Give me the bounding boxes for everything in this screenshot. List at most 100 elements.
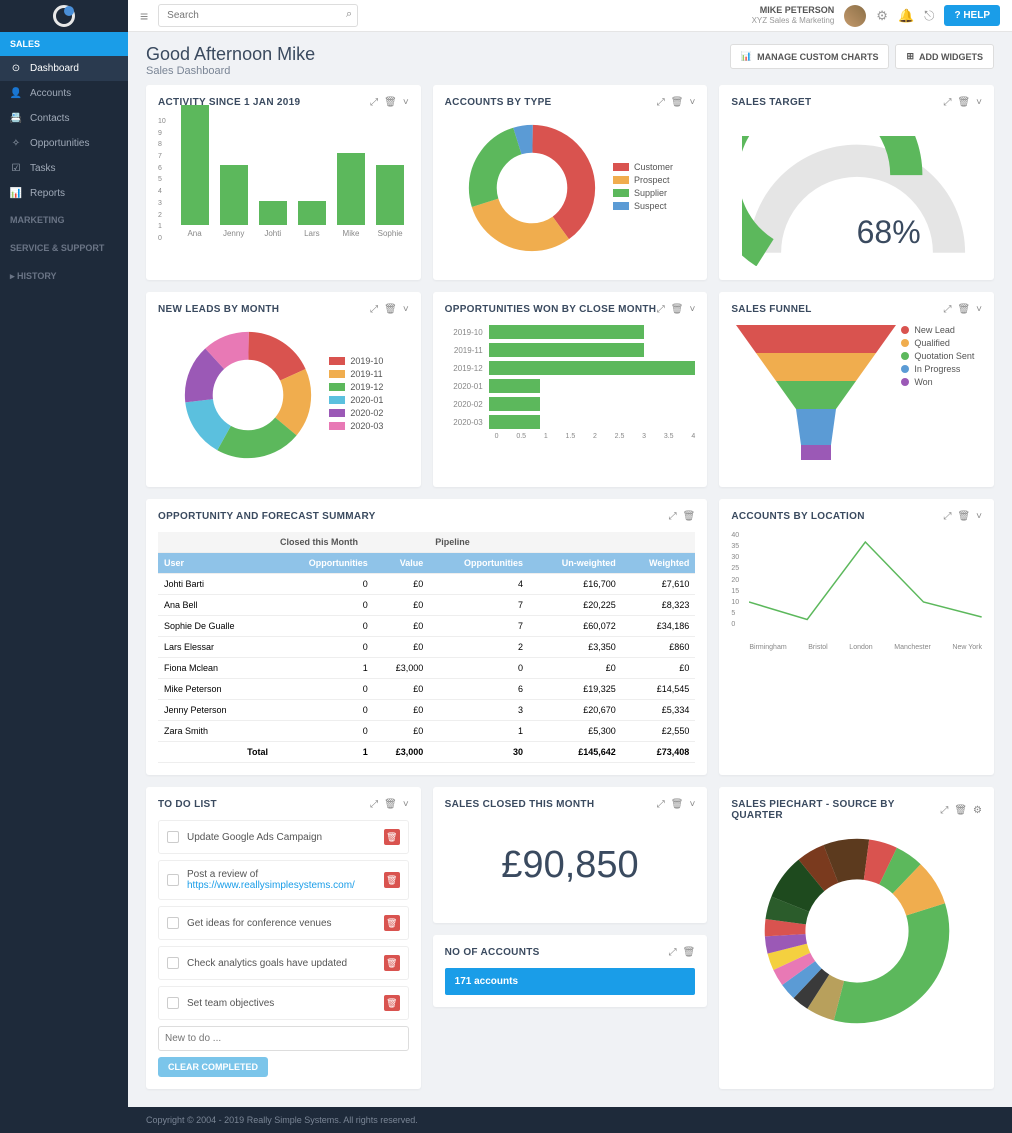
card-piechart: SALES PIECHART - SOURCE BY QUARTER ⤢ 🗑 ⚙ [719, 787, 994, 1089]
delete-button[interactable]: 🗑 [384, 995, 400, 1011]
search-input[interactable] [158, 4, 358, 27]
user-info: MIKE PETERSON XYZ Sales & Marketing [752, 5, 835, 25]
delete-button[interactable]: 🗑 [384, 955, 400, 971]
trash-icon[interactable]: 🗑 [671, 97, 684, 108]
checkbox[interactable] [167, 957, 179, 969]
nav-section-sales[interactable]: SALES [0, 32, 128, 56]
gear-icon[interactable]: ⚙ [973, 805, 982, 816]
card-title: NO OF ACCOUNTS [445, 947, 540, 958]
checkbox[interactable] [167, 917, 179, 929]
trash-icon[interactable]: 🗑 [384, 97, 397, 108]
card-title: OPPORTUNITIES WON BY CLOSE MONTH [445, 304, 657, 315]
nav-section-service[interactable]: SERVICE & SUPPORT [0, 234, 128, 262]
chevron-down-icon[interactable]: ˅ [976, 97, 982, 108]
trash-icon[interactable]: 🗑 [957, 97, 970, 108]
expand-icon[interactable]: ⤢ [657, 799, 665, 810]
chevron-down-icon[interactable]: ˅ [976, 511, 982, 522]
delete-button[interactable]: 🗑 [384, 915, 400, 931]
closed-value: £90,850 [445, 820, 696, 911]
card-title: SALES PIECHART - SOURCE BY QUARTER [731, 799, 940, 821]
expand-icon[interactable]: ⤢ [370, 304, 378, 315]
todo-item: Get ideas for conference venues🗑 [158, 906, 409, 940]
bell-icon[interactable]: 🔔 [898, 8, 914, 24]
add-widgets-button[interactable]: ⊞ ADD WIDGETS [895, 44, 994, 69]
expand-icon[interactable]: ⤢ [370, 799, 378, 810]
sidebar-item-dashboard[interactable]: ⊙Dashboard [0, 56, 128, 81]
expand-icon[interactable]: ⤢ [943, 511, 951, 522]
footer: Copyright © 2004 - 2019 Really Simple Sy… [128, 1107, 1012, 1133]
table-row: Zara Smith0£01£5,300£2,550 [158, 721, 695, 742]
logout-icon[interactable]: ⎋ [924, 8, 934, 24]
delete-button[interactable]: 🗑 [384, 872, 400, 888]
trash-icon[interactable]: 🗑 [957, 304, 970, 315]
avatar[interactable] [844, 5, 866, 27]
expand-icon[interactable]: ⤢ [940, 805, 948, 816]
sidebar-item-accounts[interactable]: 👤Accounts [0, 81, 128, 106]
manage-charts-button[interactable]: 📊 MANAGE CUSTOM CHARTS [730, 44, 890, 69]
chevron-down-icon[interactable]: ˅ [403, 799, 409, 810]
checkbox[interactable] [167, 831, 179, 843]
topbar: ≡ ⌕ MIKE PETERSON XYZ Sales & Marketing … [128, 0, 1012, 32]
trash-icon[interactable]: 🗑 [384, 304, 397, 315]
card-funnel: SALES FUNNEL ⤢🗑˅ New LeadQualifiedQuotat… [719, 292, 994, 487]
clear-completed-button[interactable]: CLEAR COMPLETED [158, 1057, 268, 1077]
trash-icon[interactable]: 🗑 [671, 304, 684, 315]
delete-button[interactable]: 🗑 [384, 829, 400, 845]
trash-icon[interactable]: 🗑 [384, 799, 397, 810]
trash-icon[interactable]: 🗑 [683, 511, 696, 522]
card-accounts-count: NO OF ACCOUNTS ⤢ 🗑 171 accounts [433, 935, 708, 1007]
menu-icon[interactable]: ≡ [140, 8, 148, 24]
chevron-down-icon[interactable]: ˅ [403, 304, 409, 315]
bar [337, 153, 365, 225]
accounts-count-value: 171 accounts [445, 968, 696, 995]
sidebar-item-tasks[interactable]: ☑Tasks [0, 156, 128, 181]
search-icon[interactable]: ⌕ [346, 8, 352, 21]
todo-item: Update Google Ads Campaign🗑 [158, 820, 409, 854]
expand-icon[interactable]: ⤢ [669, 511, 677, 522]
expand-icon[interactable]: ⤢ [669, 947, 677, 958]
card-closed: SALES CLOSED THIS MONTH ⤢ 🗑 ˅ £90,850 [433, 787, 708, 923]
expand-icon[interactable]: ⤢ [370, 97, 378, 108]
trash-icon[interactable]: 🗑 [683, 947, 696, 958]
card-title: SALES TARGET [731, 97, 811, 108]
table-row: Fiona Mclean1£3,0000£0£0 [158, 658, 695, 679]
expand-icon[interactable]: ⤢ [657, 97, 665, 108]
bar [181, 105, 209, 225]
card-title: SALES CLOSED THIS MONTH [445, 799, 595, 810]
card-activity: ACTIVITY SINCE 1 JAN 2019 ⤢🗑˅ 0123456789… [146, 85, 421, 280]
trash-icon[interactable]: 🗑 [957, 511, 970, 522]
chevron-down-icon[interactable]: ˅ [976, 304, 982, 315]
expand-icon[interactable]: ⤢ [943, 304, 951, 315]
sidebar-item-opportunities[interactable]: ✧Opportunities [0, 131, 128, 156]
card-accounts-type: ACCOUNTS BY TYPE ⤢🗑˅ CustomerProspectSup… [433, 85, 708, 280]
card-forecast: OPPORTUNITY AND FORECAST SUMMARY ⤢🗑 Clos… [146, 499, 707, 775]
page-title: Good Afternoon Mike [146, 44, 315, 65]
chevron-down-icon[interactable]: ˅ [689, 97, 695, 108]
todo-item: Check analytics goals have updated🗑 [158, 946, 409, 980]
expand-icon[interactable]: ⤢ [657, 304, 665, 315]
expand-icon[interactable]: ⤢ [943, 97, 951, 108]
nav-section-marketing[interactable]: MARKETING [0, 206, 128, 234]
checkbox[interactable] [167, 874, 179, 886]
gauge-value: 68% [857, 214, 921, 251]
card-opp-won: OPPORTUNITIES WON BY CLOSE MONTH ⤢🗑˅ 201… [433, 292, 708, 487]
help-button[interactable]: ? HELP [944, 5, 1000, 26]
sidebar-item-contacts[interactable]: 📇Contacts [0, 106, 128, 131]
nav-section-history[interactable]: ▸ HISTORY [0, 262, 128, 291]
chevron-down-icon[interactable]: ˅ [689, 304, 695, 315]
nav-icon: ✧ [10, 138, 22, 149]
chevron-down-icon[interactable]: ˅ [403, 97, 409, 108]
todo-input[interactable] [158, 1026, 409, 1051]
bar [376, 165, 404, 225]
sidebar: SALES ⊙Dashboard👤Accounts📇Contacts✧Oppor… [0, 0, 128, 1133]
chevron-down-icon[interactable]: ˅ [689, 799, 695, 810]
card-title: ACCOUNTS BY LOCATION [731, 511, 864, 522]
card-location: ACCOUNTS BY LOCATION ⤢🗑˅ 403530252015105… [719, 499, 994, 775]
gear-icon[interactable]: ⚙ [876, 8, 888, 24]
card-title: SALES FUNNEL [731, 304, 811, 315]
app-logo [0, 0, 128, 32]
checkbox[interactable] [167, 997, 179, 1009]
trash-icon[interactable]: 🗑 [954, 805, 967, 816]
trash-icon[interactable]: 🗑 [671, 799, 684, 810]
sidebar-item-reports[interactable]: 📊Reports [0, 181, 128, 206]
